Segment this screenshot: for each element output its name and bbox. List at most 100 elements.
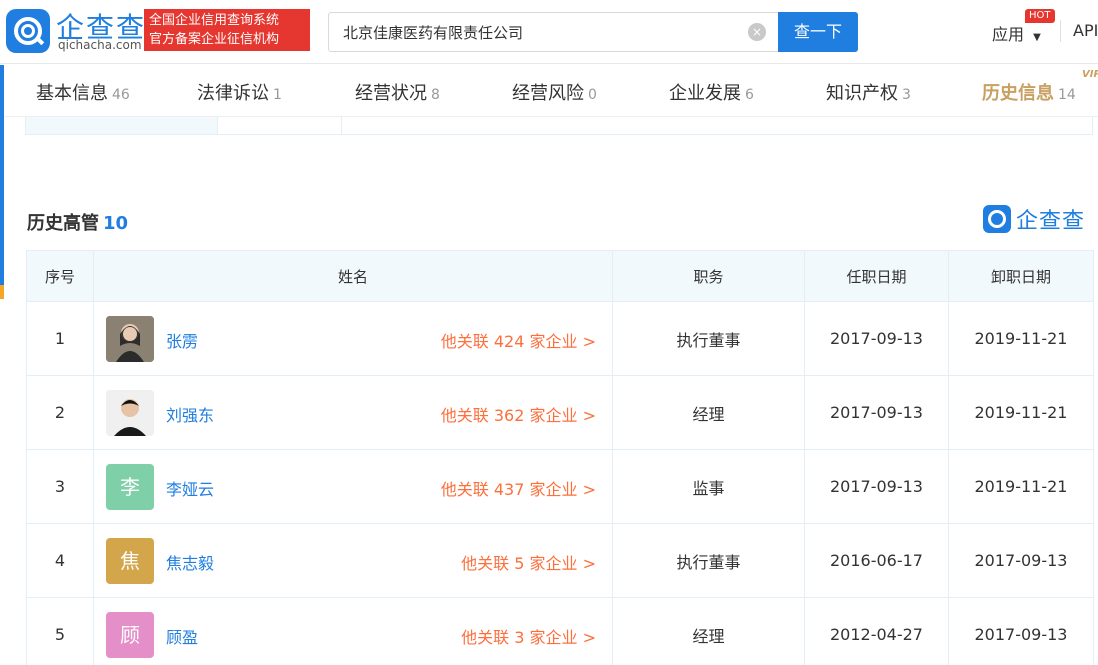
person-photo-icon [106, 316, 154, 362]
table-row: 3 李 李娅云 他关联 437 家企业 > 监事 2017-09-13 2019… [26, 449, 1094, 524]
tab-history[interactable]: 历史信息 14 [982, 79, 1076, 105]
position-cell: 经理 [612, 597, 805, 665]
end-date-cell: 2019-11-21 [948, 375, 1094, 450]
person-name-link[interactable]: 李娅云 [166, 476, 214, 500]
qichacha-watermark-icon [983, 205, 1011, 233]
tab-label: 法律诉讼 [197, 83, 269, 104]
name-cell: 刘强东 他关联 362 家企业 > [93, 375, 613, 450]
position-cell: 监事 [612, 449, 805, 524]
start-date-cell: 2017-09-13 [804, 375, 949, 450]
search-input[interactable] [329, 13, 729, 51]
row-index: 5 [26, 597, 94, 665]
position-cell: 执行董事 [612, 523, 805, 598]
tab-development[interactable]: 企业发展 6 [669, 79, 754, 105]
tab-count: 6 [745, 87, 754, 103]
section-count: 10 [103, 213, 129, 234]
row-index: 3 [26, 449, 94, 524]
name-cell: 顾 顾盈 他关联 3 家企业 > [93, 597, 613, 665]
end-date-cell: 2017-09-13 [948, 523, 1094, 598]
tab-count: 14 [1058, 87, 1076, 103]
row-index: 1 [26, 301, 94, 376]
tab-count: 0 [588, 87, 597, 103]
tab-operation[interactable]: 经营状况 8 [355, 79, 440, 105]
tab-label: 历史信息 [982, 83, 1054, 104]
section-title: 历史高管 10 [27, 209, 128, 235]
avatar[interactable] [106, 316, 154, 362]
vip-badge: VIP [1082, 69, 1098, 80]
caret-down-icon: ▼ [1033, 32, 1041, 43]
avatar[interactable]: 顾 [106, 612, 154, 658]
start-date-cell: 2017-09-13 [804, 301, 949, 376]
name-cell: 张雳 他关联 424 家企业 > [93, 301, 613, 376]
table-row: 4 焦 焦志毅 他关联 5 家企业 > 执行董事 2016-06-17 2017… [26, 523, 1094, 598]
related-companies-link[interactable]: 他关联 424 家企业 > [441, 328, 596, 352]
slogan-line-1: 全国企业信用查询系统 [149, 13, 280, 28]
table-row: 2 刘强东 他关联 362 家企业 > 经理 2017-09-13 2019-1… [26, 375, 1094, 450]
search-button[interactable]: 查一下 [778, 12, 858, 52]
previous-table-remnant [25, 117, 1093, 135]
left-accent-marker [0, 285, 4, 299]
tab-label: 经营风险 [512, 83, 584, 104]
tab-legal[interactable]: 法律诉讼 1 [197, 79, 282, 105]
header-divider [1060, 20, 1061, 42]
avatar[interactable]: 焦 [106, 538, 154, 584]
person-photo-icon [106, 390, 154, 436]
person-name-link[interactable]: 张雳 [166, 328, 198, 352]
table-row: 5 顾 顾盈 他关联 3 家企业 > 经理 2012-04-27 2017-09… [26, 597, 1094, 665]
person-name-link[interactable]: 焦志毅 [166, 550, 214, 574]
col-header-end-date: 卸职日期 [948, 250, 1094, 302]
slogan-badge: 全国企业信用查询系统 官方备案企业征信机构 [144, 9, 310, 51]
tab-bar: 基本信息 46 法律诉讼 1 经营状况 8 经营风险 0 企业发展 6 知识产权 3 历史信… [0, 65, 1098, 117]
person-name-link[interactable]: 刘强东 [166, 402, 214, 426]
tab-count: 1 [273, 87, 282, 103]
person-name-link[interactable]: 顾盈 [166, 624, 198, 648]
hot-badge: HOT [1025, 9, 1055, 23]
col-header-index: 序号 [26, 250, 94, 302]
tab-label: 基本信息 [36, 83, 108, 104]
table-header-row: 序号 姓名 职务 任职日期 卸职日期 [26, 250, 1094, 302]
end-date-cell: 2019-11-21 [948, 449, 1094, 524]
app-menu[interactable]: 应用 ▼ [992, 21, 1041, 45]
name-cell: 李 李娅云 他关联 437 家企业 > [93, 449, 613, 524]
tab-ip[interactable]: 知识产权 3 [826, 79, 911, 105]
row-index: 2 [26, 375, 94, 450]
slogan-line-2: 官方备案企业征信机构 [149, 32, 280, 47]
section-title-text: 历史高管 [27, 213, 99, 234]
search-box: × [328, 12, 778, 52]
clear-icon[interactable]: × [748, 23, 766, 41]
tab-count: 3 [902, 87, 911, 103]
app-menu-label: 应用 [992, 25, 1025, 44]
related-companies-link[interactable]: 他关联 3 家企业 > [461, 624, 596, 648]
avatar[interactable] [106, 390, 154, 436]
col-header-start-date: 任职日期 [804, 250, 949, 302]
page: 企查查 qichacha.com 全国企业信用查询系统 官方备案企业征信机构 ×… [0, 0, 1098, 665]
left-accent-bar [0, 65, 4, 285]
related-companies-link[interactable]: 他关联 5 家企业 > [461, 550, 596, 574]
qichacha-logo-icon[interactable] [6, 9, 50, 53]
position-cell: 经理 [612, 375, 805, 450]
table-row: 1 张雳 他关联 424 家企业 > 执行董事 2017-09-13 2019-… [26, 301, 1094, 376]
tab-label: 企业发展 [669, 83, 741, 104]
end-date-cell: 2019-11-21 [948, 301, 1094, 376]
related-companies-link[interactable]: 他关联 362 家企业 > [441, 402, 596, 426]
row-index: 4 [26, 523, 94, 598]
brand-domain: qichacha.com [58, 38, 142, 52]
avatar[interactable]: 李 [106, 464, 154, 510]
related-companies-link[interactable]: 他关联 437 家企业 > [441, 476, 596, 500]
tab-count: 8 [431, 87, 440, 103]
tab-risk[interactable]: 经营风险 0 [512, 79, 597, 105]
col-header-position: 职务 [612, 250, 805, 302]
api-link[interactable]: API [1073, 21, 1098, 40]
position-cell: 执行董事 [612, 301, 805, 376]
start-date-cell: 2016-06-17 [804, 523, 949, 598]
start-date-cell: 2017-09-13 [804, 449, 949, 524]
end-date-cell: 2017-09-13 [948, 597, 1094, 665]
executive-history-table: 序号 姓名 职务 任职日期 卸职日期 1 张雳 他关联 424 家企业 > 执行… [26, 250, 1094, 665]
tab-count: 46 [112, 87, 130, 103]
start-date-cell: 2012-04-27 [804, 597, 949, 665]
tab-label: 知识产权 [826, 83, 898, 104]
col-header-name: 姓名 [93, 250, 613, 302]
tab-basic-info[interactable]: 基本信息 46 [36, 79, 130, 105]
tab-label: 经营状况 [355, 83, 427, 104]
name-cell: 焦 焦志毅 他关联 5 家企业 > [93, 523, 613, 598]
